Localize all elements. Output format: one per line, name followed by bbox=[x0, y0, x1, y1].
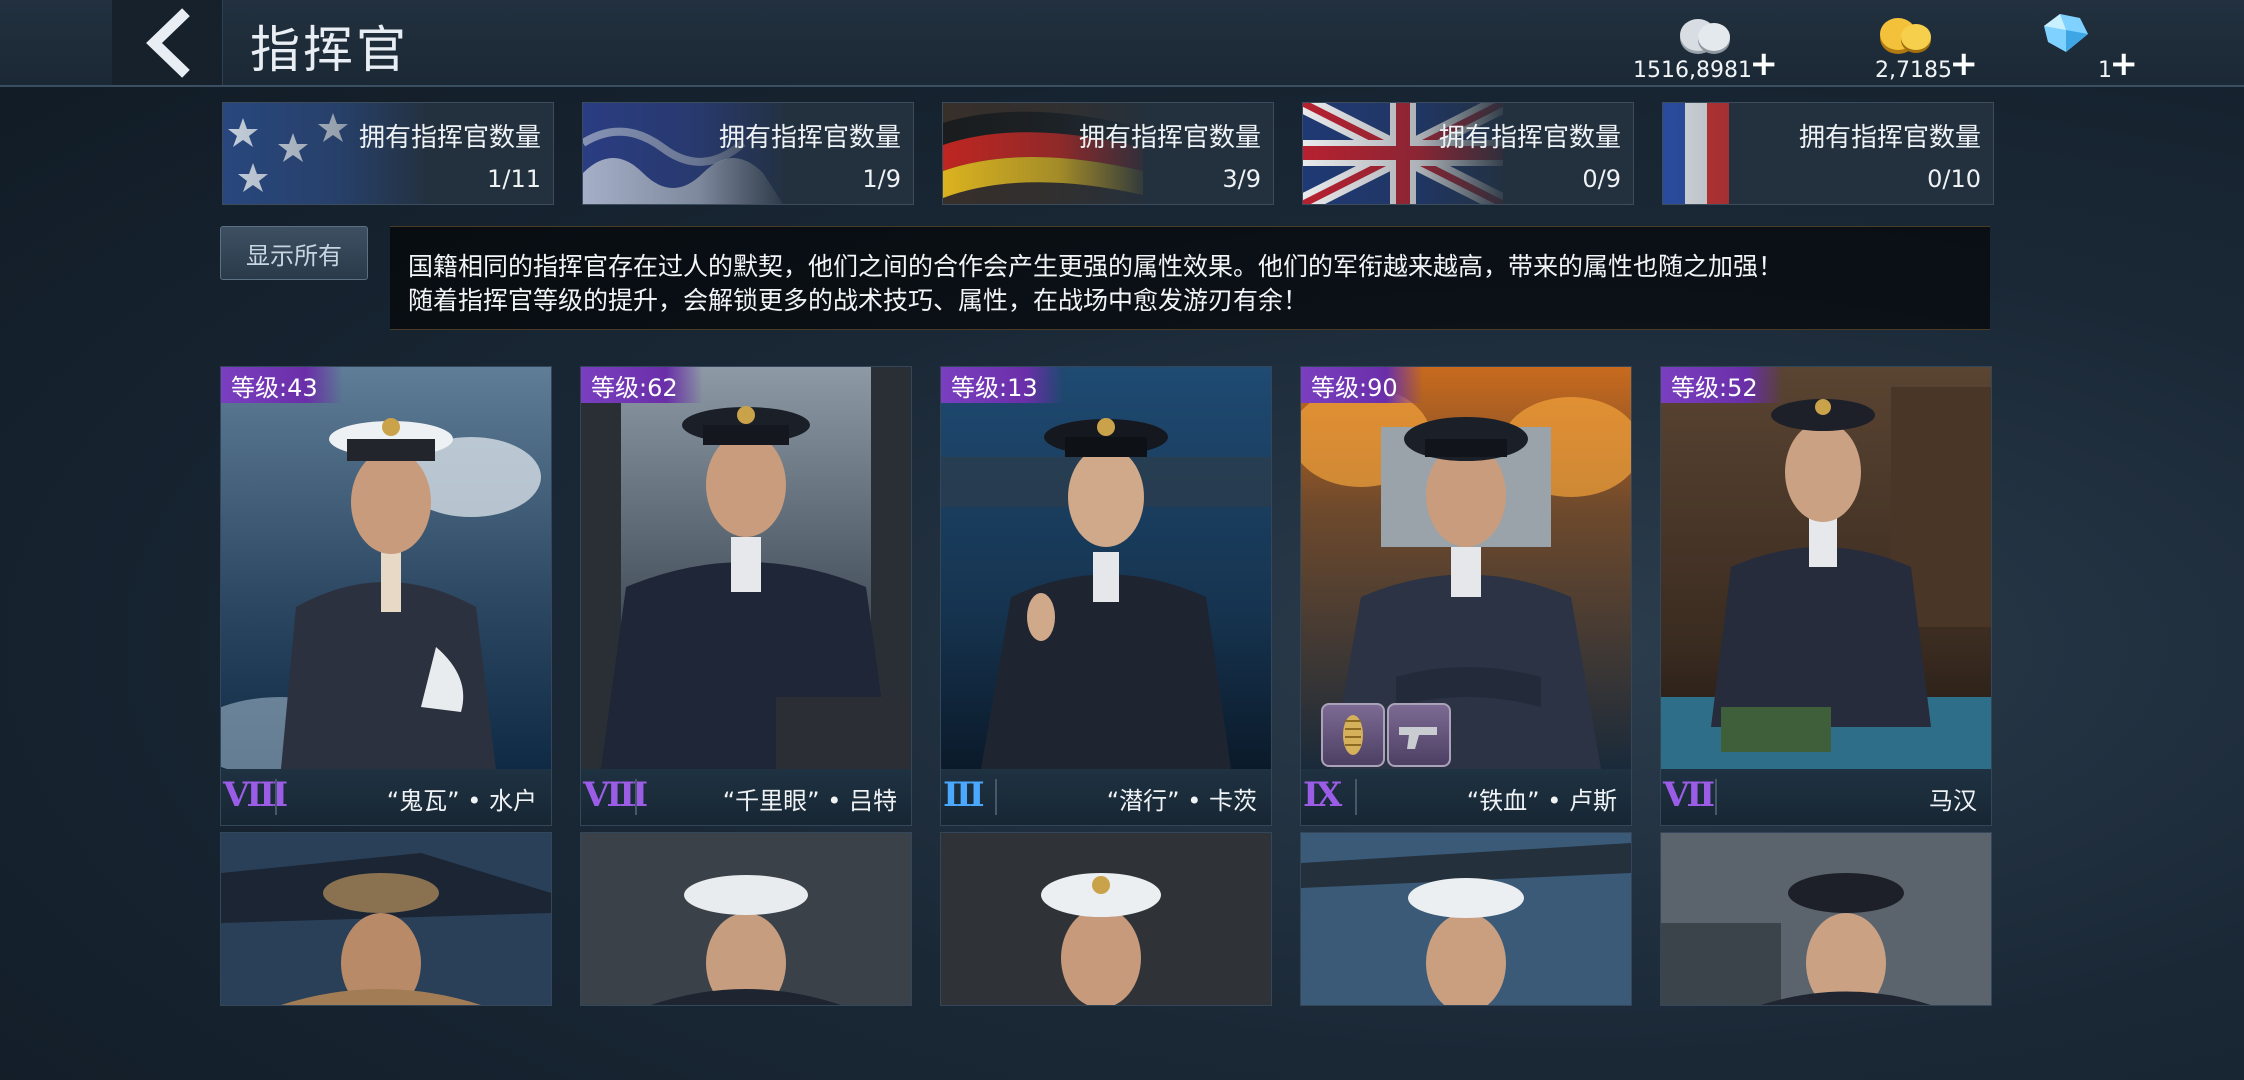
plus-icon[interactable]: + bbox=[1750, 44, 1779, 84]
commander-namebar: VII 马汉 bbox=[1661, 769, 1991, 825]
commander-name: “潜行” • 卡茨 bbox=[1106, 787, 1257, 815]
commander-card[interactable] bbox=[1300, 832, 1632, 1006]
commander-card[interactable] bbox=[220, 832, 552, 1006]
diamond-icon bbox=[2044, 14, 2088, 52]
level-badge: 等级:62 bbox=[581, 367, 703, 403]
medal-item-icon[interactable] bbox=[1321, 703, 1385, 767]
silver-currency[interactable]: 1516,8981 + bbox=[1630, 4, 1778, 84]
level-badge: 等级:13 bbox=[941, 367, 1063, 403]
commander-name: “铁血” • 卢斯 bbox=[1466, 787, 1617, 815]
commander-name: “千里眼” • 吕特 bbox=[722, 787, 897, 815]
commander-portrait bbox=[581, 833, 911, 1005]
gold-currency[interactable]: 2,7185 + bbox=[1830, 4, 1978, 84]
commander-namebar: VIII “鬼瓦” • 水户 bbox=[221, 769, 551, 825]
description-line-1: 国籍相同的指挥官存在过人的默契，他们之间的合作会产生更强的属性效果。他们的军衔越… bbox=[408, 252, 1784, 281]
nation-card-germany[interactable]: 拥有指挥官数量 3/9 bbox=[942, 102, 1274, 205]
pistol-item-icon[interactable] bbox=[1387, 703, 1451, 767]
nation-card-uk[interactable]: 拥有指挥官数量 0/9 bbox=[1302, 102, 1634, 205]
commander-card[interactable] bbox=[940, 832, 1272, 1006]
level-badge: 等级:43 bbox=[221, 367, 343, 403]
diamond-currency[interactable]: 1 + bbox=[1990, 4, 2138, 84]
rank-numeral: IX bbox=[1303, 775, 1342, 815]
rank-numeral: III bbox=[943, 775, 985, 815]
nation-card-france[interactable]: 拥有指挥官数量 0/10 bbox=[1662, 102, 1994, 205]
level-badge: 等级:52 bbox=[1661, 367, 1783, 403]
page-title: 指挥官 bbox=[250, 21, 409, 79]
nation-count: 0/10 bbox=[1927, 165, 1981, 193]
commander-portrait bbox=[221, 833, 551, 1005]
rank-numeral: VII bbox=[1663, 775, 1715, 815]
commander-portrait bbox=[221, 367, 551, 769]
commander-card[interactable]: 等级:62 VIII “千里眼” • 吕特 bbox=[580, 366, 912, 826]
nation-count: 0/9 bbox=[1582, 165, 1621, 193]
level-badge: 等级:90 bbox=[1301, 367, 1423, 403]
gold-coins-icon bbox=[1880, 18, 1931, 54]
commander-namebar: VIII “千里眼” • 吕特 bbox=[581, 769, 911, 825]
commander-name: “鬼瓦” • 水户 bbox=[386, 787, 537, 815]
plus-icon[interactable]: + bbox=[1950, 44, 1979, 84]
commander-card[interactable] bbox=[580, 832, 912, 1006]
back-button[interactable] bbox=[112, 0, 223, 85]
nation-label: 拥有指挥官数量 bbox=[1438, 123, 1621, 153]
top-bar: 指挥官 1516,8981 + 2,7185 + 1 + bbox=[0, 0, 2244, 87]
commander-card[interactable]: 等级:43 VIII “鬼瓦” • 水户 bbox=[220, 366, 552, 826]
commander-portrait bbox=[1661, 367, 1991, 769]
silver-coins-icon bbox=[1680, 19, 1730, 54]
nation-count: 1/9 bbox=[862, 165, 901, 193]
nation-label: 拥有指挥官数量 bbox=[1078, 123, 1261, 153]
chevron-left-icon bbox=[146, 7, 190, 78]
nation-label: 拥有指挥官数量 bbox=[358, 123, 541, 153]
silver-amount: 1516,8981 bbox=[1633, 58, 1752, 83]
commander-portrait bbox=[1301, 833, 1631, 1005]
commander-card[interactable]: 等级:90 IX “铁血” • 卢斯 bbox=[1300, 366, 1632, 826]
commander-name: 马汉 bbox=[1929, 787, 1977, 815]
nation-label: 拥有指挥官数量 bbox=[1798, 123, 1981, 153]
commander-namebar: III “潜行” • 卡茨 bbox=[941, 769, 1271, 825]
nation-card-usa[interactable]: 拥有指挥官数量 1/11 bbox=[222, 102, 554, 205]
nation-count: 3/9 bbox=[1222, 165, 1261, 193]
nation-card-japan[interactable]: 拥有指挥官数量 1/9 bbox=[582, 102, 914, 205]
commander-portrait bbox=[941, 367, 1271, 769]
show-all-button[interactable]: 显示所有 bbox=[220, 226, 368, 280]
commander-portrait bbox=[941, 833, 1271, 1005]
commander-card[interactable]: 等级:13 III “潜行” • 卡茨 bbox=[940, 366, 1272, 826]
description-line-2: 随着指挥官等级的提升，会解锁更多的战术技巧、属性，在战场中愈发游刃有余！ bbox=[408, 286, 1309, 315]
commander-namebar: IX “铁血” • 卢斯 bbox=[1301, 769, 1631, 825]
commander-card[interactable] bbox=[1660, 832, 1992, 1006]
nation-label: 拥有指挥官数量 bbox=[718, 123, 901, 153]
commander-portrait bbox=[1661, 833, 1991, 1005]
commander-card[interactable]: 等级:52 VII 马汉 bbox=[1660, 366, 1992, 826]
description-box: 国籍相同的指挥官存在过人的默契，他们之间的合作会产生更强的属性效果。他们的军衔越… bbox=[390, 226, 1990, 330]
nation-count: 1/11 bbox=[487, 165, 541, 193]
plus-icon[interactable]: + bbox=[2110, 44, 2139, 84]
commander-portrait bbox=[581, 367, 911, 769]
gold-amount: 2,7185 bbox=[1875, 58, 1952, 83]
